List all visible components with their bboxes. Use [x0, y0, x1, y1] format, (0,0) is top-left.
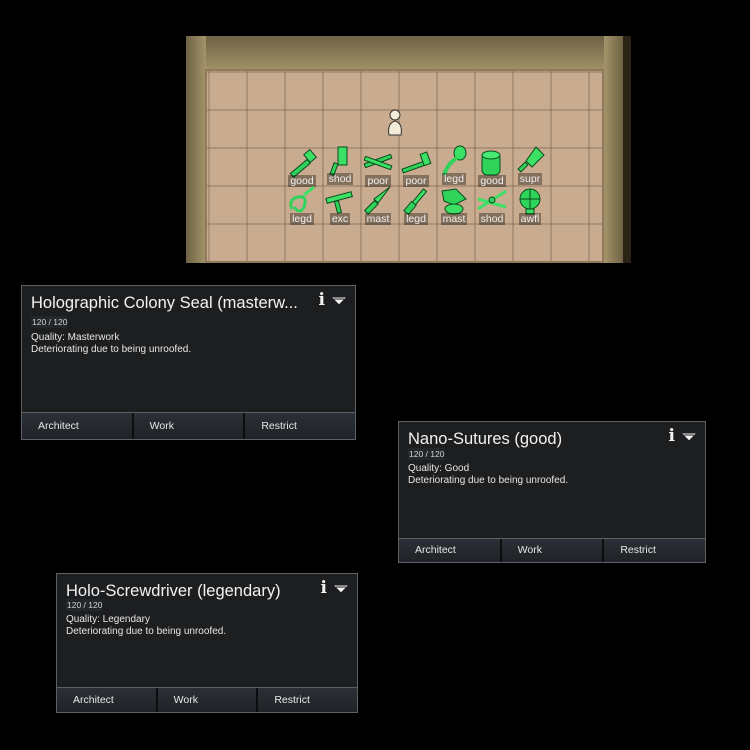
stockpile-floor[interactable]: good shod poor poor legd good supr legd … — [205, 69, 604, 263]
work-button[interactable]: Work — [501, 539, 605, 562]
architect-button[interactable]: Architect — [22, 413, 134, 439]
stockpile-item[interactable]: shod — [321, 145, 359, 185]
collapse-icon[interactable] — [333, 584, 349, 594]
item-quality-label: exc — [329, 213, 351, 225]
panel-title: Nano-Sutures (good) — [408, 430, 563, 448]
stockpile-item[interactable]: mast — [435, 185, 473, 225]
wall — [186, 36, 206, 263]
wall — [604, 36, 623, 263]
stockpile-item[interactable]: poor — [359, 147, 397, 187]
quality-text: Quality: Good — [408, 463, 470, 474]
stockpile-item[interactable]: good — [283, 147, 321, 187]
info-icon[interactable]: i — [669, 428, 675, 445]
collapse-icon[interactable] — [331, 296, 347, 306]
item-quality-label: mast — [364, 213, 392, 225]
stockpile-item[interactable]: legd — [283, 185, 321, 225]
wall — [186, 36, 623, 72]
stockpile-item[interactable]: mast — [359, 185, 397, 225]
hit-points: 120 / 120 — [408, 448, 445, 460]
stockpile-item[interactable]: legd — [435, 145, 473, 185]
stockpile-item[interactable]: shod — [473, 185, 511, 225]
inspect-panel: Holo-Screwdriver (legendary) i 120 / 120… — [56, 573, 358, 713]
item-quality-label: mast — [440, 213, 468, 225]
stockpile-item[interactable]: good — [473, 147, 511, 187]
item-quality-label: supr — [517, 173, 543, 185]
work-button[interactable]: Work — [157, 688, 259, 712]
restrict-button[interactable]: Restrict — [258, 688, 358, 712]
stockpile-item[interactable]: exc — [321, 185, 359, 225]
item-quality-label: legd — [290, 213, 314, 225]
item-quality-label: legd — [442, 173, 466, 185]
wall-shadow — [623, 36, 631, 263]
info-icon[interactable]: i — [319, 292, 325, 309]
restrict-button[interactable]: Restrict — [604, 539, 706, 562]
architect-button[interactable]: Architect — [57, 688, 158, 712]
work-button[interactable]: Work — [133, 413, 246, 439]
inspect-panel: Nano-Sutures (good) i 120 / 120 Quality:… — [398, 421, 706, 563]
stockpile-item[interactable]: legd — [397, 185, 435, 225]
panel-title: Holographic Colony Seal (masterw... — [31, 294, 298, 312]
item-quality-label: shod — [478, 213, 506, 225]
hit-points: 120 / 120 — [66, 599, 103, 611]
restrict-button[interactable]: Restrict — [245, 413, 356, 439]
item-quality-label: legd — [404, 213, 428, 225]
item-quality-label: awfl — [518, 213, 542, 225]
collapse-icon[interactable] — [681, 432, 697, 442]
hit-points: 120 / 120 — [31, 316, 68, 328]
inspect-panel: Holographic Colony Seal (masterw... i 12… — [21, 285, 356, 440]
status-text: Deteriorating due to being unroofed. — [31, 344, 192, 355]
stockpile-room: good shod poor poor legd good supr legd … — [186, 36, 631, 263]
status-text: Deteriorating due to being unroofed. — [408, 475, 569, 486]
info-icon[interactable]: i — [321, 580, 327, 597]
pawn-icon[interactable] — [386, 109, 404, 136]
item-quality-label: shod — [326, 173, 354, 185]
quality-text: Quality: Legendary — [66, 614, 150, 625]
stockpile-item[interactable]: awfl — [511, 185, 549, 225]
quality-text: Quality: Masterwork — [31, 332, 120, 343]
stockpile-item[interactable]: poor — [397, 147, 435, 187]
stockpile-item[interactable]: supr — [511, 145, 549, 185]
architect-button[interactable]: Architect — [399, 539, 502, 562]
status-text: Deteriorating due to being unroofed. — [66, 626, 227, 637]
